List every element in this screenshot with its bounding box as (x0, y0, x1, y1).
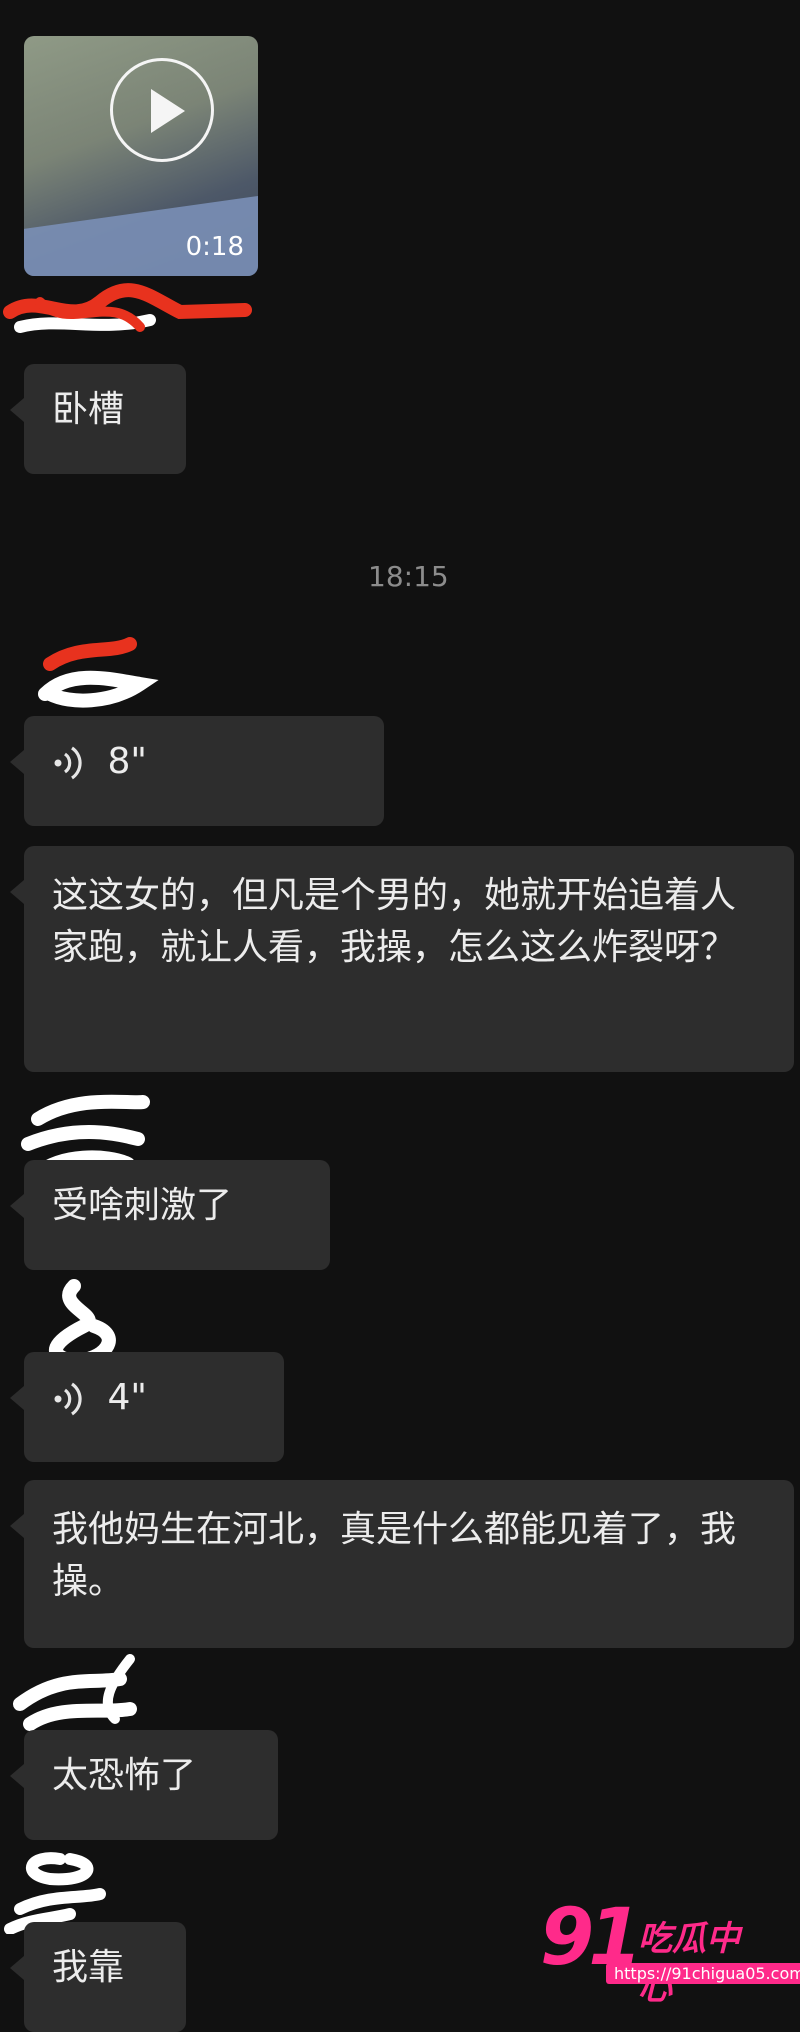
message-text: 我靠 (52, 1947, 125, 1988)
play-icon[interactable] (110, 58, 214, 162)
redacted-name-scribble (49, 1279, 116, 1366)
timestamp: 18:15 (368, 560, 449, 593)
watermark-url: https://91chigua05.com (606, 1963, 800, 1984)
message-text: 这这女的，但凡是个男的，她就开始追着人家跑，就让人看，我操，怎么这么炸裂呀？ (52, 875, 737, 968)
voice-wave-icon (54, 1382, 82, 1416)
voice-message[interactable]: 8" (10, 716, 384, 826)
voice-duration: 8" (107, 741, 147, 782)
redacted-name-scribble (38, 637, 159, 708)
message-text: 太恐怖了 (52, 1755, 197, 1796)
message-bubble[interactable]: 我他妈生在河北，真是什么都能见着了，我操。 (10, 1480, 794, 1648)
message-bubble[interactable]: 这这女的，但凡是个男的，她就开始追着人家跑，就让人看，我操，怎么这么炸裂呀？ (10, 846, 794, 1072)
message-bubble[interactable]: 太恐怖了 (10, 1730, 278, 1840)
message-text: 我他妈生在河北，真是什么都能见着了，我操。 (52, 1509, 737, 1602)
message-text: 受啥刺激了 (52, 1185, 233, 1226)
watermark-name: 吃瓜中心 (638, 1919, 740, 2008)
video-message[interactable]: 0:18 (24, 36, 258, 276)
message-text: 卧槽 (52, 389, 125, 430)
voice-duration: 4" (107, 1377, 147, 1418)
voice-message[interactable]: 4" (10, 1352, 284, 1462)
redacted-name-scribble (13, 1654, 137, 1731)
message-bubble[interactable]: 卧槽 (10, 364, 186, 474)
voice-wave-icon (54, 746, 82, 780)
message-bubble[interactable]: 受啥刺激了 (10, 1160, 330, 1270)
watermark-logo: 91 吃瓜中心 https://91chigua05.com (540, 1893, 800, 2008)
message-bubble[interactable]: 我靠 (10, 1922, 186, 2032)
redacted-name-scribble (4, 1852, 106, 1934)
video-duration: 0:18 (185, 232, 244, 262)
redacted-name-scribble (3, 283, 252, 333)
